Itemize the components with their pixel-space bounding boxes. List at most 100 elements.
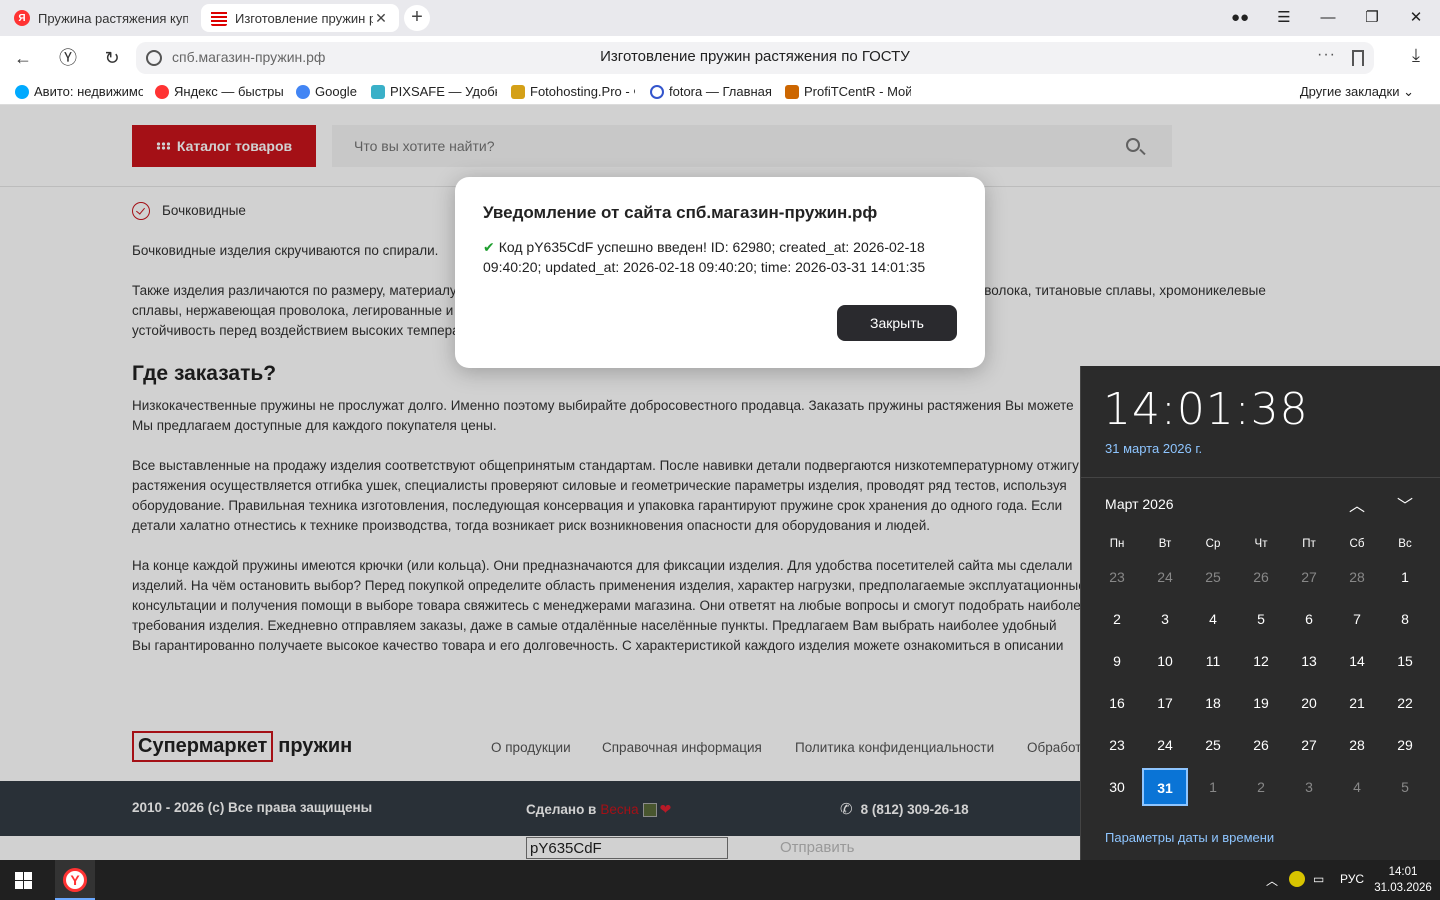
calendar-day[interactable]: 24 bbox=[1141, 724, 1189, 766]
calendar-week: 23 24 25 26 27 28 1 bbox=[1093, 556, 1429, 598]
calendar-day[interactable]: 12 bbox=[1237, 640, 1285, 682]
fotohosting-icon bbox=[511, 84, 525, 99]
calendar-week: 23 24 25 26 27 28 29 bbox=[1093, 724, 1429, 766]
google-icon bbox=[296, 84, 310, 99]
tab-label: Пружина растяжения купить bbox=[38, 10, 188, 26]
calendar-day[interactable]: 24 bbox=[1141, 556, 1189, 598]
fotora-icon bbox=[650, 84, 664, 99]
calendar-day[interactable]: 11 bbox=[1189, 640, 1237, 682]
bookmark-profitcentr[interactable]: ProfiTCentR - Мой bbox=[785, 84, 911, 99]
calendar-day-today[interactable]: 31 bbox=[1142, 768, 1188, 806]
calendar-day[interactable]: 23 bbox=[1093, 724, 1141, 766]
calendar-day[interactable]: 8 bbox=[1381, 598, 1429, 640]
calendar-day[interactable]: 16 bbox=[1093, 682, 1141, 724]
chevron-up-icon[interactable]: ︿ bbox=[1343, 492, 1371, 516]
check-mark-icon: ✔ bbox=[483, 239, 495, 255]
bookmark-icon[interactable] bbox=[1352, 50, 1364, 66]
calendar-day[interactable]: 25 bbox=[1189, 556, 1237, 598]
download-icon[interactable]: ⤓ bbox=[1404, 45, 1428, 71]
bar-chart-icon bbox=[785, 84, 799, 99]
tab-spring-buy[interactable]: Я Пружина растяжения купить bbox=[4, 4, 198, 32]
bookmark-google[interactable]: Google bbox=[296, 84, 360, 99]
calendar-day[interactable]: 18 bbox=[1189, 682, 1237, 724]
site-icon bbox=[211, 10, 227, 26]
calendar-day[interactable]: 5 bbox=[1381, 766, 1429, 808]
calendar-day[interactable]: 28 bbox=[1333, 556, 1381, 598]
windows-taskbar: Y ︿ ▭ РУС 14:01 31.03.2026 bbox=[0, 860, 1440, 900]
chevron-up-icon[interactable]: ︿ bbox=[1266, 872, 1278, 889]
clock-date[interactable]: 31 марта 2026 г. bbox=[1105, 441, 1202, 456]
calendar-day[interactable]: 7 bbox=[1333, 598, 1381, 640]
calendar-day[interactable]: 9 bbox=[1093, 640, 1141, 682]
calendar-day[interactable]: 29 bbox=[1381, 724, 1429, 766]
restore-icon[interactable]: ❐ bbox=[1357, 6, 1387, 30]
calendar-day[interactable]: 1 bbox=[1189, 766, 1237, 808]
calendar-day[interactable]: 4 bbox=[1189, 598, 1237, 640]
close-tab-icon[interactable]: ✕ bbox=[373, 10, 389, 27]
calendar-day[interactable]: 2 bbox=[1093, 598, 1141, 640]
new-tab-button[interactable]: + bbox=[404, 5, 430, 31]
divider bbox=[1081, 477, 1440, 478]
calendar-day[interactable]: 26 bbox=[1237, 724, 1285, 766]
windows-start-icon[interactable] bbox=[15, 872, 32, 889]
date-time-settings-link[interactable]: Параметры даты и времени bbox=[1105, 830, 1274, 845]
network-icon[interactable]: ▭ bbox=[1313, 872, 1324, 886]
back-arrow-icon[interactable]: ← bbox=[10, 45, 36, 71]
calendar-day[interactable]: 28 bbox=[1333, 724, 1381, 766]
chevron-down-icon[interactable]: ﹀ bbox=[1391, 492, 1419, 516]
calendar-week: 9 10 11 12 13 14 15 bbox=[1093, 640, 1429, 682]
minimize-icon[interactable]: — bbox=[1313, 6, 1343, 30]
url-field[interactable]: спб.магазин-пружин.рф Изготовление пружи… bbox=[136, 42, 1374, 74]
taskbar-clock[interactable]: 14:01 31.03.2026 bbox=[1374, 864, 1432, 896]
calendar-day[interactable]: 26 bbox=[1237, 556, 1285, 598]
calendar-day[interactable]: 30 bbox=[1093, 766, 1141, 808]
site-info-icon[interactable] bbox=[146, 50, 162, 66]
calendar-day[interactable]: 2 bbox=[1237, 766, 1285, 808]
browser-tab-bar: Я Пружина растяжения купить Изготовление… bbox=[0, 0, 1440, 36]
calendar-day[interactable]: 27 bbox=[1285, 724, 1333, 766]
bookmark-fotohosting[interactable]: Fotohosting.Pro - Ф bbox=[511, 84, 635, 99]
tab-label: Изготовление пружин растяжения bbox=[235, 10, 373, 26]
calendar-day[interactable]: 10 bbox=[1141, 640, 1189, 682]
bookmarks-bar: Авито: недвижимость Яндекс — быстрый Goo… bbox=[0, 80, 1440, 105]
weekday-header: Пн Вт Ср Чт Пт Сб Вс bbox=[1093, 532, 1429, 556]
calendar-day[interactable]: 5 bbox=[1237, 598, 1285, 640]
calendar-day[interactable]: 1 bbox=[1381, 556, 1429, 598]
calendar-day[interactable]: 19 bbox=[1237, 682, 1285, 724]
calendar-day[interactable]: 14 bbox=[1333, 640, 1381, 682]
calendar-day[interactable]: 6 bbox=[1285, 598, 1333, 640]
calendar-day[interactable]: 23 bbox=[1093, 556, 1141, 598]
more-dots-icon[interactable]: ··· bbox=[1317, 46, 1336, 64]
bookmark-avito[interactable]: Авито: недвижимость bbox=[15, 84, 143, 99]
weekday: Вс bbox=[1398, 538, 1412, 550]
incognito-glasses-icon[interactable]: ●● bbox=[1225, 6, 1255, 30]
language-indicator[interactable]: РУС bbox=[1340, 872, 1364, 886]
calendar-day[interactable]: 25 bbox=[1189, 724, 1237, 766]
menu-icon[interactable]: ☰ bbox=[1269, 6, 1299, 30]
month-label[interactable]: Март 2026 bbox=[1105, 496, 1174, 512]
calendar-day[interactable]: 21 bbox=[1333, 682, 1381, 724]
yandex-home-icon[interactable]: Ⓨ bbox=[55, 45, 81, 71]
tab-spring-manufacturing[interactable]: Изготовление пружин растяжения ✕ bbox=[201, 4, 399, 32]
calendar-day[interactable]: 4 bbox=[1333, 766, 1381, 808]
app-tray-icon[interactable] bbox=[1289, 871, 1305, 887]
dialog-message: ✔ Код pY635CdF успешно введен! ID: 62980;… bbox=[483, 239, 926, 275]
calendar-day[interactable]: 27 bbox=[1285, 556, 1333, 598]
reload-icon[interactable]: ↻ bbox=[99, 45, 125, 71]
taskbar-yandex-browser[interactable]: Y bbox=[55, 860, 95, 900]
bookmark-yandex[interactable]: Яндекс — быстрый bbox=[155, 84, 283, 99]
close-dialog-button[interactable]: Закрыть bbox=[837, 305, 957, 341]
bookmark-fotora[interactable]: fotora — Главная bbox=[650, 84, 774, 99]
calendar-day[interactable]: 20 bbox=[1285, 682, 1333, 724]
other-bookmarks-button[interactable]: Другие закладки ⌄ bbox=[1300, 84, 1414, 100]
calendar-day[interactable]: 22 bbox=[1381, 682, 1429, 724]
calendar-day[interactable]: 3 bbox=[1285, 766, 1333, 808]
calendar-day[interactable]: 3 bbox=[1141, 598, 1189, 640]
close-window-icon[interactable]: ✕ bbox=[1401, 6, 1431, 30]
calendar-day[interactable]: 15 bbox=[1381, 640, 1429, 682]
bookmark-pixsafe[interactable]: PIXSAFE — Удобный bbox=[371, 84, 497, 99]
calendar-day[interactable]: 17 bbox=[1141, 682, 1189, 724]
pixsafe-icon bbox=[371, 84, 385, 99]
calendar-day[interactable]: 13 bbox=[1285, 640, 1333, 682]
yandex-icon: Я bbox=[14, 10, 30, 26]
